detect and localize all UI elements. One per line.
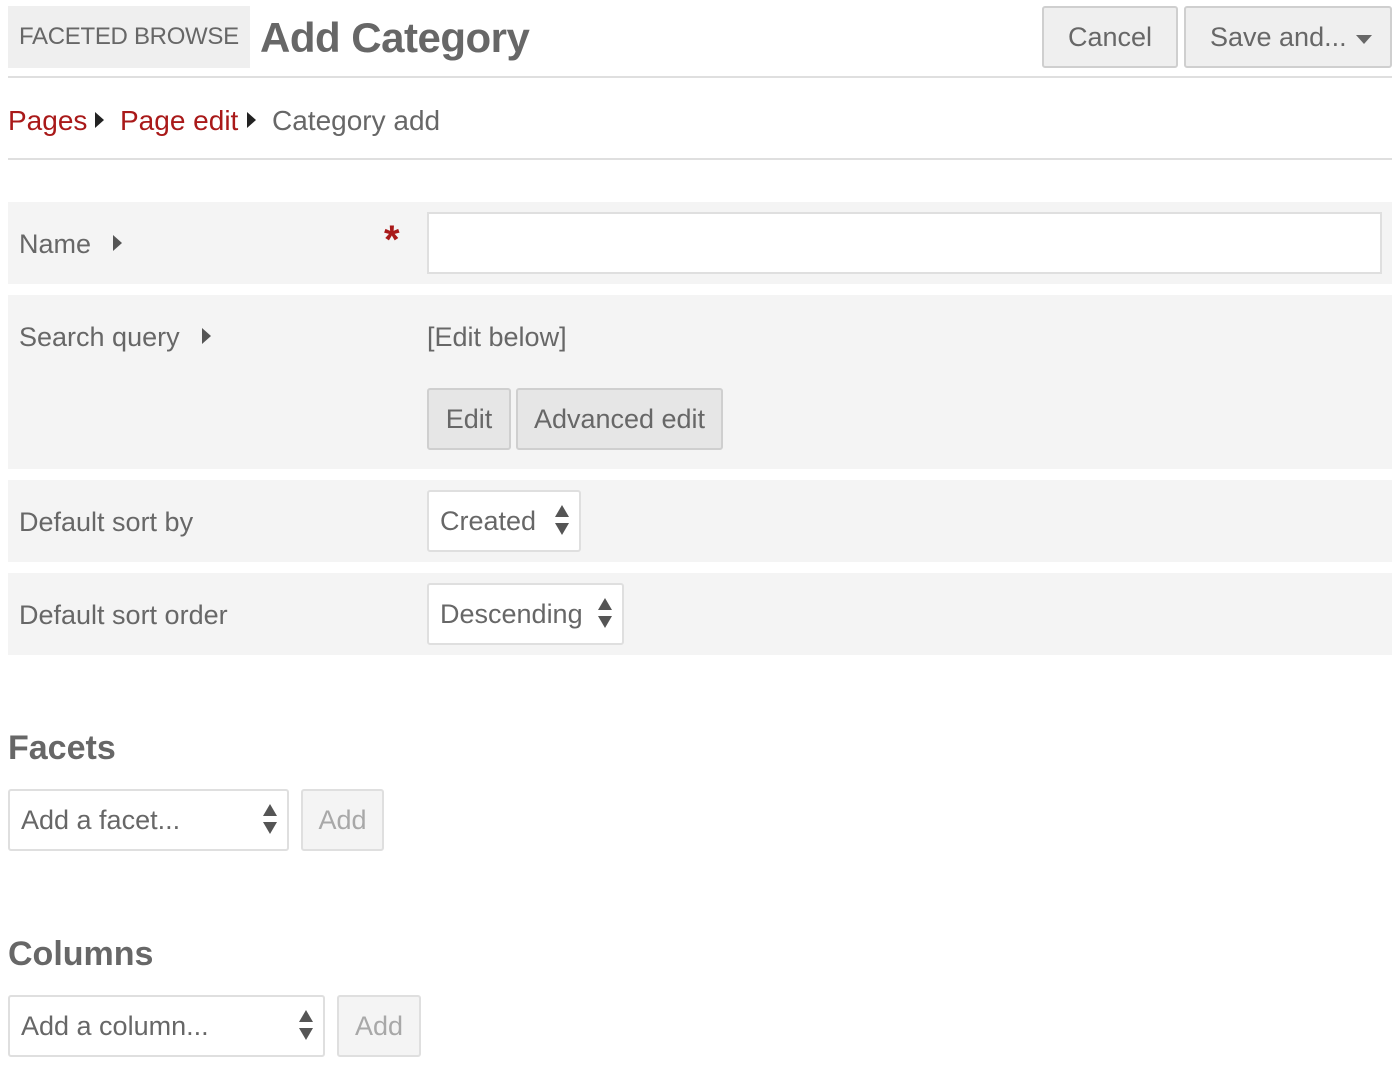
cancel-button[interactable]: Cancel	[1042, 6, 1178, 68]
save-and-label: Save and...	[1210, 22, 1347, 52]
field-label-name[interactable]: Name	[19, 224, 123, 264]
add-facet-placeholder: Add a facet...	[21, 805, 181, 835]
page-title: Add Category	[260, 14, 530, 61]
field-label-name-text: Name	[19, 229, 92, 259]
page-header: FACETED BROWSE Add Category Cancel Save …	[8, 0, 1392, 78]
default-sort-by-value: Created	[440, 506, 537, 536]
module-label: FACETED BROWSE	[8, 6, 250, 68]
breadcrumb-link-page-edit[interactable]: Page edit	[120, 100, 238, 142]
field-label-search-query[interactable]: Search query	[19, 317, 211, 357]
expand-arrow-icon	[113, 234, 123, 251]
search-query-value: [Edit below]	[427, 322, 567, 352]
breadcrumb: Pages Page edit Category add	[8, 100, 1392, 160]
field-row-search-query: Search query [Edit below] Edit Advanced …	[8, 295, 1392, 469]
select-updown-icon	[555, 505, 569, 537]
expand-arrow-icon	[201, 327, 211, 344]
add-facet-button[interactable]: Add	[301, 789, 384, 851]
advanced-edit-button[interactable]: Advanced edit	[516, 388, 723, 450]
edit-button[interactable]: Edit	[427, 388, 511, 450]
field-label-default-sort-order: Default sort order	[19, 600, 228, 630]
name-input[interactable]	[427, 212, 1382, 274]
breadcrumb-separator-icon	[247, 112, 256, 128]
field-row-name: Name *	[8, 202, 1392, 284]
save-and-button[interactable]: Save and...	[1184, 6, 1392, 68]
default-sort-order-value: Descending	[440, 599, 583, 629]
breadcrumb-current: Category add	[272, 105, 441, 136]
caret-down-icon	[1356, 35, 1372, 44]
default-sort-by-select[interactable]: Created	[427, 490, 581, 552]
add-column-placeholder: Add a column...	[21, 1011, 209, 1041]
breadcrumb-link-pages[interactable]: Pages	[8, 100, 87, 142]
field-label-search-query-text: Search query	[19, 322, 180, 352]
add-column-button[interactable]: Add	[337, 995, 421, 1057]
field-row-default-sort-by: Default sort by Created	[8, 480, 1392, 562]
default-sort-order-select[interactable]: Descending	[427, 583, 624, 645]
columns-heading: Columns	[8, 935, 154, 973]
add-facet-select[interactable]: Add a facet...	[8, 789, 289, 851]
facets-heading: Facets	[8, 729, 116, 767]
breadcrumb-separator-icon	[95, 112, 104, 128]
add-column-select[interactable]: Add a column...	[8, 995, 325, 1057]
field-row-default-sort-order: Default sort order Descending	[8, 573, 1392, 655]
select-updown-icon	[598, 598, 612, 630]
field-label-default-sort-by: Default sort by	[19, 507, 194, 537]
select-updown-icon	[263, 804, 277, 836]
required-asterisk-icon: *	[384, 218, 400, 262]
select-updown-icon	[299, 1010, 313, 1042]
